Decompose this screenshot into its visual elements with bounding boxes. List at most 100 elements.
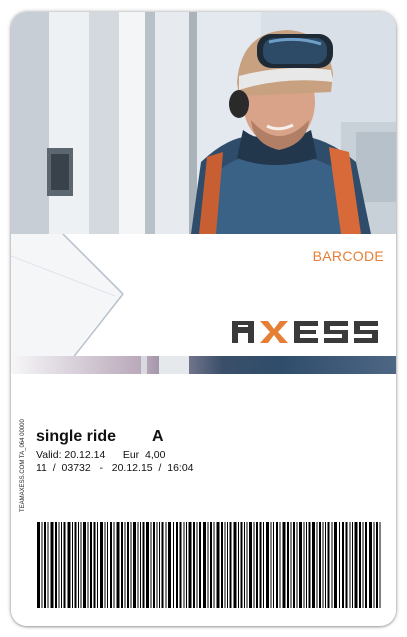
barcode-bar: [376, 522, 378, 608]
barcode-bar: [359, 522, 361, 608]
barcode-bar: [50, 522, 54, 608]
barcode-bar: [93, 522, 96, 608]
barcode-bar: [173, 522, 174, 608]
barcode-bar: [256, 522, 258, 608]
barcode-bar: [127, 522, 129, 608]
barcode-bar: [293, 522, 295, 608]
code-line: 11 / 03732 - 20.12.15 / 16:04: [36, 462, 194, 474]
barcode-bar: [290, 522, 292, 608]
barcode-bar: [183, 522, 185, 608]
barcode-bar: [176, 522, 178, 608]
barcode-bar: [233, 522, 237, 608]
end-time: 16:04: [167, 462, 194, 474]
barcode-bar: [47, 522, 49, 608]
barcode-bar: [186, 522, 187, 608]
skier-photo: [11, 12, 396, 234]
ride-class: A: [152, 428, 164, 445]
barcode-bar: [325, 522, 326, 608]
separator-2: /: [158, 462, 162, 474]
dash: -: [99, 462, 103, 474]
barcode-bar: [67, 522, 71, 608]
barcode-bar: [97, 522, 98, 608]
barcode-bar: [365, 522, 367, 608]
skier-photo-illustration: [11, 12, 396, 234]
ticket-barcode: [37, 522, 381, 608]
barcode-bar: [137, 522, 139, 608]
barcode-bar: [63, 522, 66, 608]
price: 4,00: [145, 449, 166, 461]
barcode-bar: [253, 522, 255, 608]
barcode-bar: [362, 522, 364, 608]
barcode-bar: [74, 522, 77, 608]
barcode-bar: [327, 522, 330, 608]
barcode-bar: [213, 522, 215, 608]
barcode-bar: [354, 522, 358, 608]
axess-logo: [232, 321, 378, 343]
barcode-bar: [72, 522, 73, 608]
barcode-bar: [342, 522, 344, 608]
barcode-bar: [133, 522, 136, 608]
barcode-bar: [345, 522, 348, 608]
barcode-bar: [41, 522, 43, 608]
barcode-bar: [130, 522, 132, 608]
barcode-bar: [299, 522, 302, 608]
barcode-bar: [270, 522, 272, 608]
barcode-bar: [100, 522, 103, 608]
barcode-bar: [142, 522, 145, 608]
barcode-bar: [165, 522, 167, 608]
barcode-bar: [37, 522, 40, 608]
barcode-bar: [188, 522, 192, 608]
valid-label: Valid:: [36, 449, 62, 461]
barcode-bar: [216, 522, 220, 608]
barcode-bar: [210, 522, 212, 608]
barcode-bar: [349, 522, 351, 608]
barcode-bar: [238, 522, 239, 608]
barcode-bar: [322, 522, 324, 608]
barcode-bar: [207, 522, 209, 608]
barcode-bar: [273, 522, 274, 608]
currency: Eur: [122, 449, 140, 461]
barcode-bar: [196, 522, 198, 608]
barcode-bar: [87, 522, 89, 608]
barcode-bar: [221, 522, 223, 608]
code-a: 11: [36, 462, 47, 474]
barcode-bar: [379, 522, 381, 608]
barcode-bar: [229, 522, 232, 608]
barcode-bar: [83, 522, 86, 608]
barcode-bar: [110, 522, 112, 608]
barcode-bar: [150, 522, 152, 608]
barcode-bar: [266, 522, 269, 608]
barcode-bar: [306, 522, 307, 608]
barcode-bar: [199, 522, 201, 608]
barcode-bar: [124, 522, 126, 608]
barcode-bar: [140, 522, 141, 608]
barcode-bar: [156, 522, 158, 608]
barcode-bar: [312, 522, 315, 608]
barcode-bar: [303, 522, 305, 608]
barcode-bar: [203, 522, 206, 608]
barcode-bar: [244, 522, 245, 608]
barcode-bar: [249, 522, 252, 608]
barcode-bar: [78, 522, 79, 608]
barcode-bar: [259, 522, 262, 608]
barcode-bar: [296, 522, 298, 608]
barcode-bar: [227, 522, 228, 608]
end-date: 20.12.15: [111, 462, 153, 474]
barcode-bar: [287, 522, 289, 608]
barcode-bar: [339, 522, 340, 608]
barcode-bar: [116, 522, 120, 608]
barcode-bar: [263, 522, 264, 608]
barcode-bar: [113, 522, 115, 608]
barcode-label: BARCODE: [312, 248, 384, 264]
barcode-bar: [373, 522, 375, 608]
barcode-bar: [146, 522, 149, 608]
barcode-bar: [319, 522, 321, 608]
barcode-bar: [246, 522, 248, 608]
separator-1: /: [52, 462, 56, 474]
barcode-bar: [80, 522, 82, 608]
barcode-bar: [240, 522, 243, 608]
barcode-bar: [276, 522, 278, 608]
print-code: TEAMAXESS.COM TA_064 00000: [20, 419, 26, 512]
barcode-bar: [316, 522, 318, 608]
barcode-bar: [44, 522, 46, 608]
